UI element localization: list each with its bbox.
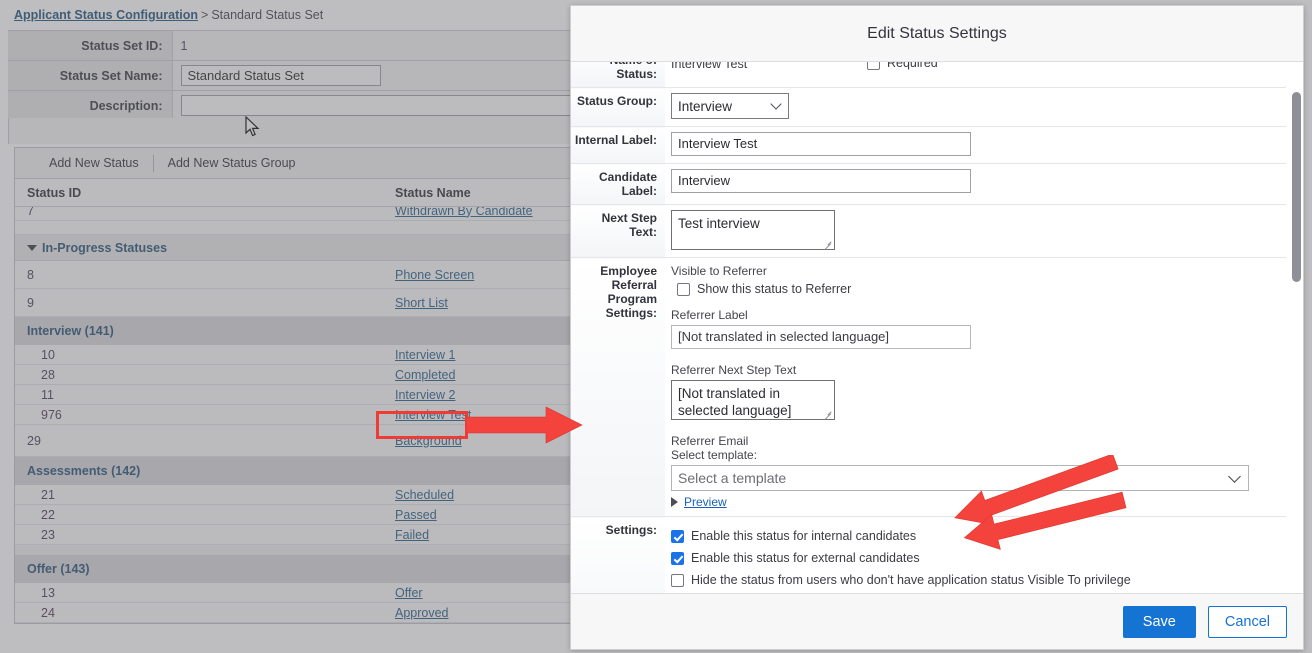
referrer-label-input[interactable]: [Not translated in selected language] — [671, 325, 971, 349]
candidate-label-input[interactable]: Interview — [671, 169, 971, 193]
annotation-highlight-box — [376, 411, 468, 439]
save-button[interactable]: Save — [1122, 605, 1196, 638]
dialog-title: Edit Status Settings — [571, 6, 1303, 62]
referrer-email-template-value: Select a template — [678, 470, 787, 486]
next-step-text-value: Test interview — [678, 216, 760, 231]
hide-status-label: Hide the status from users who don't hav… — [691, 573, 1131, 587]
hide-status-checkbox[interactable] — [671, 573, 684, 587]
cell-candidate-label: Interview — [665, 163, 1286, 205]
status-settings-form: Name of Status: Interview Test Required … — [571, 62, 1286, 593]
value-name-of-status: Interview Test — [671, 62, 748, 71]
show-status-to-referrer-checkbox[interactable] — [677, 282, 690, 296]
edit-status-settings-dialog: Edit Status Settings Name of Status: Int… — [570, 5, 1304, 650]
referrer-next-step-text-value: [Not translated in selected language] — [678, 386, 792, 418]
referrer-next-step-text-caption: Referrer Next Step Text — [671, 363, 797, 377]
cell-internal-label: Interview Test — [665, 126, 1286, 164]
enable-internal-candidates-checkbox[interactable] — [671, 529, 684, 543]
show-status-to-referrer-label: Show this status to Referrer — [697, 282, 852, 296]
next-step-text-textarea[interactable]: Test interview — [671, 210, 835, 250]
select-template-caption: Select template: — [671, 448, 758, 462]
field-row-internal-label: Internal Label: Interview Test — [571, 126, 1286, 164]
field-row-candidate-label: Candidate Label: Interview — [571, 163, 1286, 205]
cancel-button[interactable]: Cancel — [1207, 605, 1287, 638]
status-group-selected-value: Interview — [678, 98, 733, 114]
label-status-group: Status Group: — [571, 87, 665, 127]
dialog-body: Name of Status: Interview Test Required … — [571, 62, 1303, 593]
cell-settings: Enable this status for internal candidat… — [665, 516, 1286, 593]
setting-row-external-candidates[interactable]: Enable this status for external candidat… — [671, 551, 1278, 565]
field-row-next-step-text: Next Step Text: Test interview — [571, 204, 1286, 258]
referrer-email-template-select[interactable]: Select a template — [671, 465, 1249, 491]
cell-next-step-text: Test interview — [665, 204, 1286, 258]
field-row-settings: Settings: Enable this status for interna… — [571, 516, 1286, 593]
setting-row-internal-candidates[interactable]: Enable this status for internal candidat… — [671, 529, 1278, 543]
cell-employee-referral-program-settings: Visible to Referrer Show this status to … — [665, 257, 1286, 517]
enable-internal-candidates-label: Enable this status for internal candidat… — [691, 529, 917, 543]
dialog-scrollbar[interactable] — [1292, 62, 1301, 593]
required-checkbox-label: Required — [887, 62, 938, 70]
referrer-next-step-text-textarea[interactable]: [Not translated in selected language] — [671, 380, 835, 420]
status-group-select[interactable]: Interview — [671, 93, 789, 119]
cell-name-of-status: Interview Test Required — [665, 62, 1286, 88]
referrer-label-caption: Referrer Label — [671, 308, 748, 322]
field-row-employee-referral-program: Employee Referral Program Settings: Visi… — [571, 257, 1286, 517]
resize-grip-icon[interactable] — [824, 239, 832, 247]
dialog-footer: Save Cancel — [571, 593, 1303, 649]
label-candidate-label: Candidate Label: — [571, 163, 665, 205]
cell-status-group: Interview — [665, 87, 1286, 127]
field-row-status-group: Status Group: Interview — [571, 87, 1286, 127]
preview-link[interactable]: Preview — [684, 495, 727, 509]
dialog-scrollbar-thumb[interactable] — [1292, 92, 1301, 282]
referrer-email-caption: Referrer Email — [671, 434, 749, 448]
label-internal-label: Internal Label: — [571, 126, 665, 164]
enable-external-candidates-checkbox[interactable] — [671, 551, 684, 565]
show-status-to-referrer-row[interactable]: Show this status to Referrer — [677, 282, 1278, 296]
label-name-of-status: Name of Status: — [571, 62, 665, 88]
screen: Applicant Status Configuration > Standard … — [0, 0, 1312, 653]
label-settings: Settings: — [571, 516, 665, 593]
setting-row-hide-status[interactable]: Hide the status from users who don't hav… — [671, 573, 1278, 587]
resize-grip-icon[interactable] — [824, 409, 832, 417]
chevron-down-icon — [1228, 470, 1241, 483]
enable-external-candidates-label: Enable this status for external candidat… — [691, 551, 920, 565]
internal-label-input[interactable]: Interview Test — [671, 132, 971, 156]
chevron-down-icon — [770, 98, 782, 110]
preview-toggle-row[interactable]: Preview — [671, 495, 1278, 509]
label-employee-referral-program-settings: Employee Referral Program Settings: — [571, 257, 665, 517]
required-checkbox[interactable] — [867, 62, 880, 70]
field-row-name-of-status: Name of Status: Interview Test Required — [571, 62, 1286, 88]
triangle-right-icon[interactable] — [671, 497, 678, 507]
visible-to-referrer-caption: Visible to Referrer — [671, 264, 767, 278]
label-next-step-text: Next Step Text: — [571, 204, 665, 258]
